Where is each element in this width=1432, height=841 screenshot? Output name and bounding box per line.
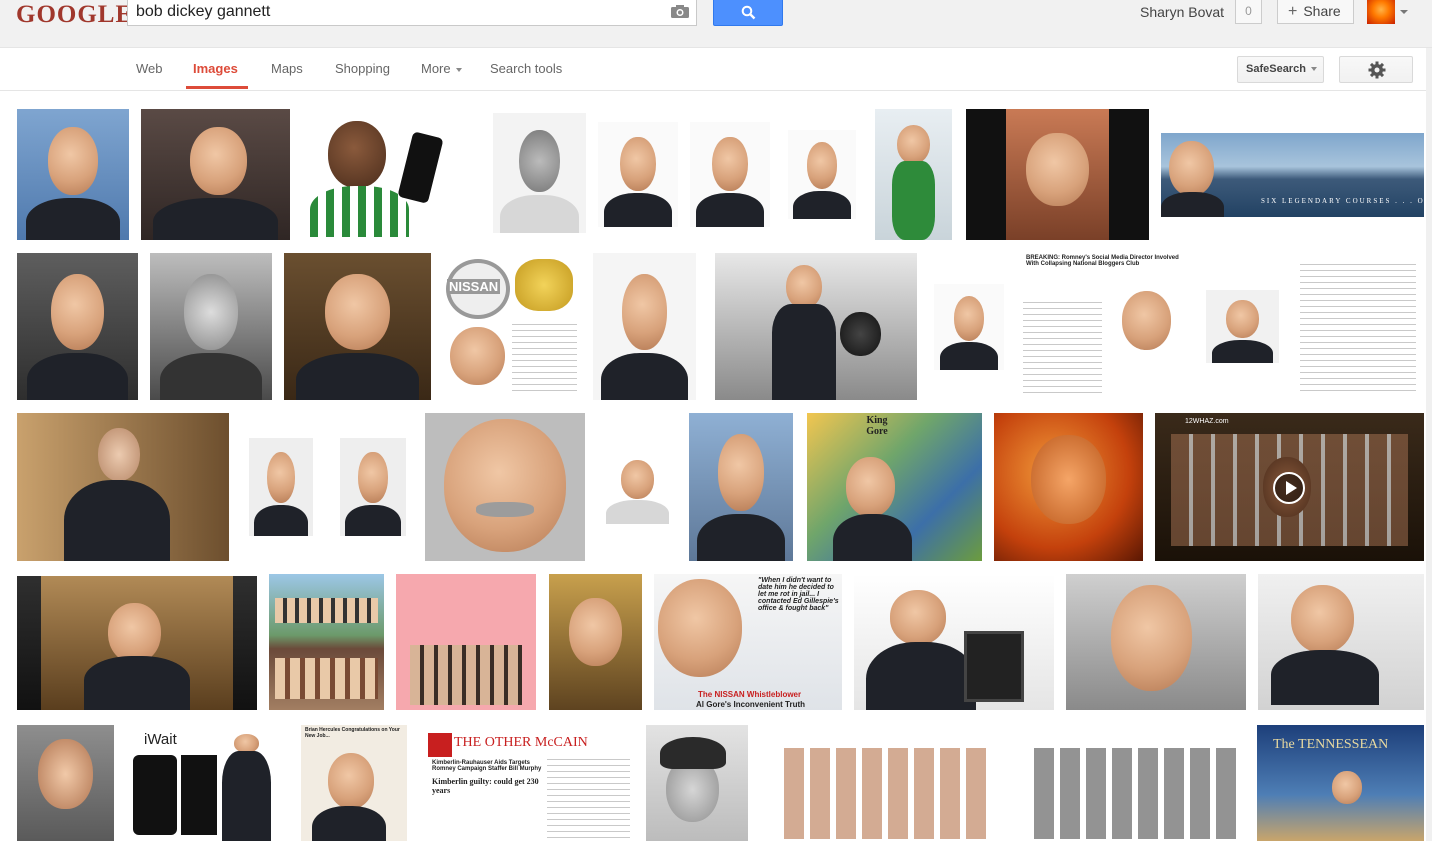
safesearch-button[interactable]: SafeSearch: [1237, 56, 1324, 83]
image-caption: THE OTHER McCAIN: [454, 735, 588, 750]
image-result[interactable]: [966, 109, 1149, 240]
tab-images[interactable]: Images: [193, 61, 238, 76]
image-result[interactable]: [788, 130, 856, 219]
image-caption: King Gore: [866, 415, 888, 437]
settings-button[interactable]: [1339, 56, 1413, 83]
image-caption: NISSAN: [447, 279, 501, 294]
image-caption: SIX LEGENDARY COURSES . . . ONE EXTRAORD…: [1261, 197, 1424, 205]
image-caption: iWait: [144, 731, 177, 748]
image-result[interactable]: King Gore: [807, 413, 982, 561]
share-label: Share: [1303, 3, 1341, 19]
image-result[interactable]: BREAKING: Romney's Social Media Director…: [1016, 253, 1192, 400]
search-input[interactable]: [136, 3, 656, 21]
image-result[interactable]: [141, 109, 290, 240]
image-result[interactable]: [1206, 290, 1279, 363]
avatar[interactable]: [1367, 0, 1395, 24]
image-result[interactable]: Brian Hercules Congratulations on Your N…: [301, 725, 407, 841]
search-box[interactable]: [127, 0, 697, 26]
image-result[interactable]: [284, 253, 431, 400]
image-result[interactable]: "When I didn't want to date him he decid…: [654, 574, 842, 710]
tab-maps[interactable]: Maps: [271, 61, 303, 76]
play-icon[interactable]: [1273, 472, 1305, 504]
image-result[interactable]: [493, 113, 586, 233]
image-result[interactable]: [994, 413, 1143, 561]
chevron-down-icon[interactable]: [1400, 10, 1408, 14]
image-result[interactable]: [875, 109, 952, 240]
image-caption: Al Gore's Inconvenient Truth: [696, 700, 806, 709]
image-result[interactable]: [17, 109, 129, 240]
image-result[interactable]: [425, 413, 585, 561]
image-result[interactable]: [1292, 253, 1424, 400]
nav-bar: Web Images Maps Shopping More Search too…: [0, 49, 1426, 91]
top-bar: GOOGLE Sharyn Bovat 0 + Share: [0, 0, 1432, 48]
image-result[interactable]: [689, 413, 793, 561]
image-result[interactable]: [760, 725, 998, 841]
image-caption: The NISSAN Whistleblower: [698, 690, 802, 699]
plus-icon: +: [1288, 3, 1298, 20]
tab-more-label: More: [421, 61, 451, 76]
image-result[interactable]: [340, 438, 406, 536]
image-result[interactable]: [17, 725, 114, 841]
image-result[interactable]: The TENNESSEAN: [1257, 725, 1424, 841]
image-result[interactable]: [934, 284, 1004, 370]
image-result[interactable]: [646, 725, 748, 841]
image-result[interactable]: [269, 574, 384, 710]
chevron-down-icon: [455, 67, 462, 72]
image-caption: "When I didn't want to date him he decid…: [758, 577, 839, 612]
tab-shopping[interactable]: Shopping: [335, 61, 390, 76]
tab-web[interactable]: Web: [136, 61, 163, 76]
image-result[interactable]: [17, 413, 229, 561]
image-result[interactable]: [1066, 574, 1246, 710]
image-caption: Brian Hercules Congratulations on Your N…: [305, 727, 400, 739]
active-tab-indicator: [186, 86, 248, 89]
image-result[interactable]: [600, 450, 675, 524]
image-result[interactable]: [150, 253, 272, 400]
image-result[interactable]: [854, 574, 1054, 710]
user-name[interactable]: Sharyn Bovat: [1140, 4, 1224, 20]
search-icon: [741, 5, 756, 20]
image-result[interactable]: [593, 253, 696, 400]
search-button[interactable]: [713, 0, 783, 26]
google-logo[interactable]: GOOGLE: [16, 1, 133, 29]
image-result[interactable]: SIX LEGENDARY COURSES . . . ONE EXTRAORD…: [1161, 133, 1424, 217]
image-result[interactable]: iWait: [129, 725, 290, 841]
image-result[interactable]: THE OTHER McCAIN Kimberlin-Rauhauser Aid…: [428, 725, 634, 841]
image-result[interactable]: [17, 576, 257, 710]
image-result[interactable]: [301, 111, 481, 240]
image-caption: Kimberlin guilty: could get 230 years: [432, 777, 539, 795]
image-result[interactable]: NISSAN: [443, 253, 580, 400]
notification-count[interactable]: 0: [1235, 0, 1262, 24]
camera-icon[interactable]: [670, 4, 690, 19]
image-result[interactable]: [1010, 725, 1245, 841]
image-caption: 12WHAZ.com: [1185, 418, 1229, 425]
share-button[interactable]: + Share: [1277, 0, 1354, 24]
image-result[interactable]: [598, 122, 678, 227]
image-result[interactable]: [549, 574, 642, 710]
tab-search-tools[interactable]: Search tools: [490, 61, 562, 76]
image-result[interactable]: [715, 253, 917, 400]
image-caption: BREAKING: Romney's Social Media Director…: [1026, 255, 1179, 267]
image-caption: The TENNESSEAN: [1273, 737, 1389, 752]
image-result[interactable]: [1258, 574, 1424, 710]
image-result[interactable]: [690, 122, 770, 227]
safesearch-label: SafeSearch: [1246, 63, 1306, 75]
image-result[interactable]: [249, 438, 313, 536]
image-result[interactable]: [17, 253, 138, 400]
image-caption: Kimberlin-Rauhauser Aids Targets Romney …: [432, 760, 542, 772]
tab-more[interactable]: More: [421, 61, 462, 76]
chevron-down-icon: [1310, 67, 1317, 72]
image-result[interactable]: [396, 574, 536, 710]
scrollbar[interactable]: [1426, 48, 1432, 841]
logo-text: GOOGLE: [16, 1, 134, 28]
gear-icon: [1368, 61, 1386, 79]
